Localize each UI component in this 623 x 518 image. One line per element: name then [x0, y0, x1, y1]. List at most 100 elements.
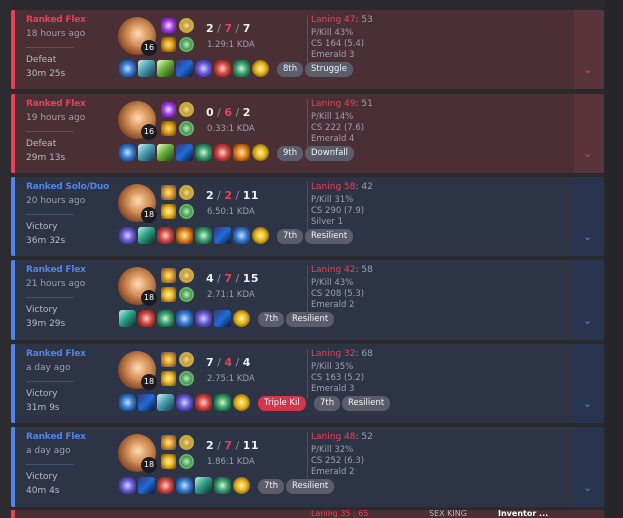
- secondary-rune-icon[interactable]: [179, 371, 194, 386]
- trinket-icon[interactable]: [252, 227, 269, 244]
- item-icon[interactable]: [214, 60, 231, 77]
- match-card[interactable]: Ranked Flex a day ago Victory 40m 4s 18 2/7/1…: [11, 427, 604, 507]
- item-icon[interactable]: [157, 477, 174, 494]
- item-icon[interactable]: [195, 310, 212, 327]
- item-icon[interactable]: [157, 144, 174, 161]
- trinket-icon[interactable]: [252, 144, 269, 161]
- item-icon[interactable]: [233, 60, 250, 77]
- item-icon[interactable]: [214, 227, 231, 244]
- match-card[interactable]: Ranked Flex 19 hours ago Defeat 29m 13s 16 0/…: [11, 94, 604, 173]
- item-icon[interactable]: [119, 144, 136, 161]
- item-icon[interactable]: [233, 144, 250, 161]
- item-icon[interactable]: [157, 60, 174, 77]
- expand-button[interactable]: ⌄: [574, 177, 604, 256]
- result-edge: [11, 10, 15, 89]
- summoner-spell-icon[interactable]: [161, 371, 176, 386]
- column-divider: [307, 182, 308, 232]
- expand-button[interactable]: ⌄: [574, 344, 604, 423]
- summoner-spell-icon[interactable]: [161, 102, 176, 117]
- laning-score: Laning 35 : 65: [311, 510, 369, 518]
- summoner-spell-icon[interactable]: [161, 268, 176, 283]
- summoner-spell-icon[interactable]: [161, 454, 176, 469]
- keystone-rune-icon[interactable]: [179, 185, 194, 200]
- summoner-spell-icon[interactable]: [161, 37, 176, 52]
- trinket-icon[interactable]: [233, 310, 250, 327]
- expand-button[interactable]: ⌄: [574, 10, 604, 89]
- item-icon[interactable]: [138, 60, 155, 77]
- average-rank: Emerald 3: [311, 384, 355, 394]
- match-result: Defeat: [26, 139, 57, 149]
- keystone-rune-icon[interactable]: [179, 435, 194, 450]
- item-icon[interactable]: [195, 227, 212, 244]
- trinket-icon[interactable]: [233, 477, 250, 494]
- keystone-rune-icon[interactable]: [179, 268, 194, 283]
- summoner-spell-icon[interactable]: [161, 204, 176, 219]
- kda-ratio: 1.29:1 KDA: [207, 40, 255, 50]
- item-icon[interactable]: [195, 60, 212, 77]
- item-icon[interactable]: [214, 394, 231, 411]
- queue-type: Ranked Flex: [26, 432, 86, 442]
- trinket-icon[interactable]: [252, 60, 269, 77]
- item-icon[interactable]: [119, 477, 136, 494]
- secondary-rune-icon[interactable]: [179, 204, 194, 219]
- secondary-rune-icon[interactable]: [179, 121, 194, 136]
- item-icon[interactable]: [195, 394, 212, 411]
- badge: Struggle: [305, 62, 353, 77]
- expand-button[interactable]: ⌄: [574, 94, 604, 173]
- summoner-spell-icon[interactable]: [161, 287, 176, 302]
- item-icon[interactable]: [195, 477, 212, 494]
- secondary-rune-icon[interactable]: [179, 454, 194, 469]
- item-icon[interactable]: [119, 310, 136, 327]
- item-icon[interactable]: [157, 310, 174, 327]
- item-icon[interactable]: [214, 477, 231, 494]
- match-card[interactable]: Ranked Flex 21 hours ago Victory 39m 29s 18 4…: [11, 260, 604, 340]
- item-icon[interactable]: [138, 477, 155, 494]
- summoner-spell-icon[interactable]: [161, 18, 176, 33]
- item-icon[interactable]: [138, 144, 155, 161]
- keystone-rune-icon[interactable]: [179, 102, 194, 117]
- summoner-spell-icon[interactable]: [161, 121, 176, 136]
- item-icon[interactable]: [119, 60, 136, 77]
- keystone-rune-icon[interactable]: [179, 18, 194, 33]
- item-icon[interactable]: [138, 310, 155, 327]
- summoner-spell-icon[interactable]: [161, 185, 176, 200]
- item-icon[interactable]: [176, 477, 193, 494]
- item-icon[interactable]: [176, 144, 193, 161]
- summoner-spell-icon[interactable]: [161, 352, 176, 367]
- badge: 7th: [277, 229, 304, 244]
- match-card[interactable]: Ranked Flex a day ago Victory 31m 9s 18 7/4/4…: [11, 344, 604, 423]
- slash: /: [217, 22, 222, 35]
- item-icon[interactable]: [138, 394, 155, 411]
- item-icon[interactable]: [176, 227, 193, 244]
- item-icon[interactable]: [119, 394, 136, 411]
- deaths: 6: [224, 106, 233, 119]
- match-card-partial[interactable]: Laning 35 : 65 SEX KING Inventor ...: [11, 510, 604, 518]
- expand-button[interactable]: ⌄: [574, 427, 604, 507]
- secondary-rune-icon[interactable]: [179, 37, 194, 52]
- item-icon[interactable]: [214, 310, 231, 327]
- expand-button[interactable]: ⌄: [574, 260, 604, 340]
- match-card[interactable]: Ranked Solo/Duo 20 hours ago Victory 36m 32…: [11, 177, 604, 256]
- trinket-icon[interactable]: [233, 394, 250, 411]
- player-name[interactable]: Inventor ...: [498, 510, 548, 518]
- item-icon[interactable]: [176, 310, 193, 327]
- item-icon[interactable]: [119, 227, 136, 244]
- match-card[interactable]: Ranked Flex 18 hours ago Defeat 30m 25s 16 2/…: [11, 10, 604, 89]
- slash: /: [235, 106, 240, 119]
- item-icon[interactable]: [138, 227, 155, 244]
- summoner-spell-icon[interactable]: [161, 435, 176, 450]
- laning-score: Laning 32: 68: [311, 349, 373, 359]
- keystone-rune-icon[interactable]: [179, 352, 194, 367]
- item-icon[interactable]: [176, 394, 193, 411]
- slash: /: [217, 272, 222, 285]
- item-icon[interactable]: [195, 144, 212, 161]
- item-icon[interactable]: [176, 60, 193, 77]
- laning-value: 42: [344, 265, 356, 275]
- item-icon[interactable]: [157, 394, 174, 411]
- item-icon[interactable]: [214, 144, 231, 161]
- item-icon[interactable]: [233, 227, 250, 244]
- item-icon[interactable]: [157, 227, 174, 244]
- player-name[interactable]: SEX KING: [429, 510, 467, 518]
- secondary-rune-icon[interactable]: [179, 287, 194, 302]
- match-duration: 29m 13s: [26, 153, 66, 163]
